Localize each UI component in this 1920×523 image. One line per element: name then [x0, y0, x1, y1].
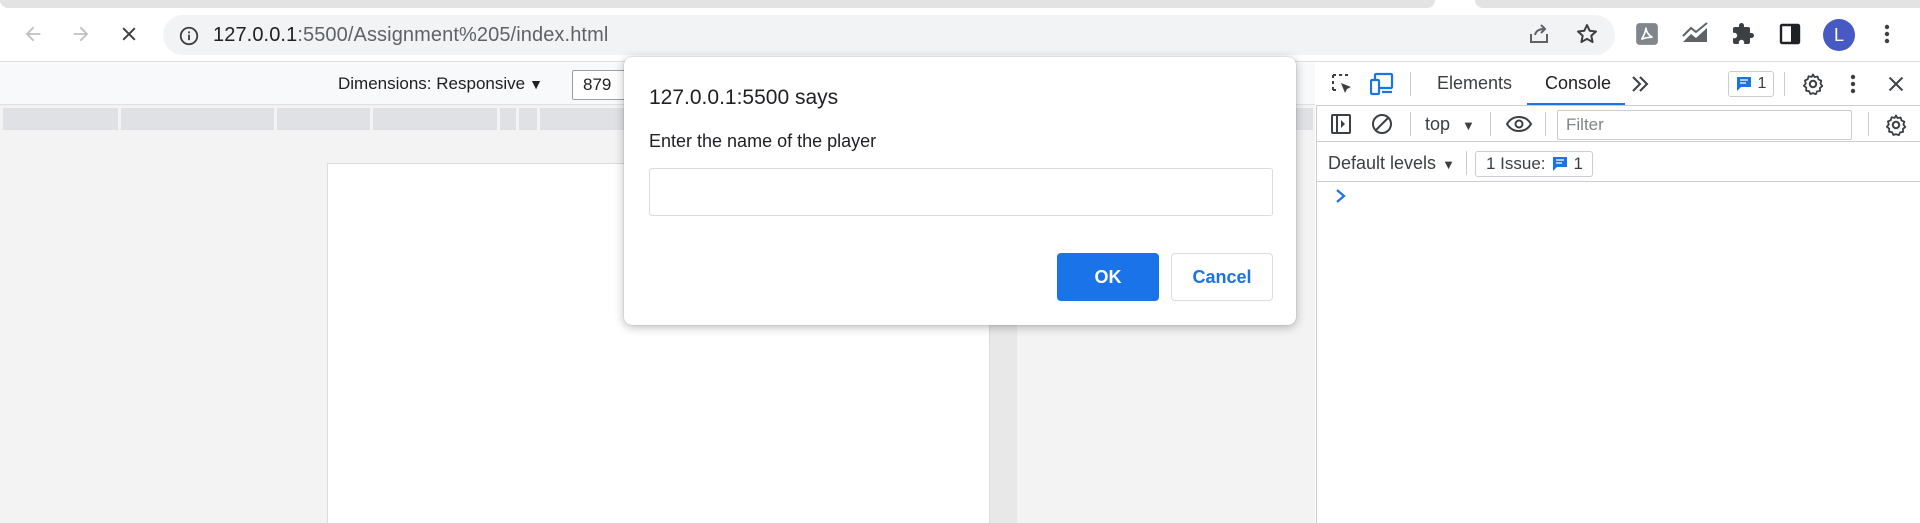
- close-devtools-button[interactable]: [1885, 73, 1907, 95]
- dialog-title: 127.0.0.1:5500 says: [649, 86, 839, 109]
- pdf-extension-button[interactable]: [1630, 17, 1664, 51]
- inspect-element-button[interactable]: [1330, 72, 1354, 96]
- close-icon: [122, 27, 136, 41]
- extensions-button[interactable]: [1726, 17, 1760, 51]
- player-name-input[interactable]: [649, 168, 1273, 216]
- cancel-button[interactable]: Cancel: [1171, 253, 1273, 301]
- ruler-segment[interactable]: [277, 108, 370, 130]
- issues-label: 1 Issue:: [1486, 154, 1546, 173]
- site-info-button[interactable]: [178, 25, 200, 47]
- chevron-right-icon: [1336, 189, 1346, 203]
- levels-label: Default levels: [1328, 153, 1437, 173]
- analytics-extension-icon: [1682, 22, 1708, 42]
- separator: [1545, 112, 1546, 136]
- clear-console-icon: [1372, 114, 1392, 134]
- devtools-menu-button[interactable]: [1849, 72, 1857, 96]
- dialog-message: Enter the name of the player: [649, 131, 877, 151]
- stop-loading-button[interactable]: [111, 16, 147, 52]
- back-button[interactable]: [15, 16, 51, 52]
- url-host: 127.0.0.1: [213, 24, 298, 46]
- separator: [1784, 72, 1785, 96]
- ruler-segment[interactable]: [519, 108, 537, 130]
- inspect-element-icon: [1332, 74, 1351, 93]
- issues-counter-button[interactable]: 1: [1728, 71, 1774, 97]
- sidebar-toggle-icon: [1331, 114, 1351, 134]
- separator: [1466, 151, 1467, 175]
- issues-count: 1: [1757, 75, 1767, 92]
- back-arrow-icon: [25, 26, 41, 42]
- live-expression-button[interactable]: [1505, 113, 1533, 135]
- console-settings-button[interactable]: [1884, 113, 1908, 137]
- devtools-tab-bar: [1316, 63, 1920, 106]
- separator: [1490, 112, 1491, 136]
- caret-down-icon: ▼: [1462, 118, 1475, 133]
- tab-strip-edge: [0, 0, 1435, 8]
- message-icon: [1736, 77, 1751, 91]
- url-text[interactable]: 127.0.0.1:5500/Assignment%205/index.html: [213, 24, 608, 47]
- tab-strip-edge-right: [1475, 0, 1920, 8]
- close-icon: [1888, 76, 1904, 92]
- message-icon: [1552, 157, 1567, 171]
- eye-icon: [1505, 115, 1533, 133]
- more-tabs-button[interactable]: [1629, 73, 1651, 95]
- clear-console-button[interactable]: [1371, 113, 1393, 135]
- dimensions-label: Dimensions: Responsive: [338, 74, 526, 93]
- dimensions-dropdown[interactable]: Dimensions: Responsive ▼: [338, 74, 543, 94]
- log-levels-dropdown[interactable]: Default levels ▼: [1328, 153, 1455, 174]
- console-filter-input[interactable]: Filter: [1557, 110, 1852, 140]
- settings-button[interactable]: [1801, 72, 1825, 96]
- tab-console[interactable]: Console: [1545, 73, 1611, 94]
- info-icon: [179, 26, 199, 46]
- separator: [1410, 112, 1411, 136]
- separator: [1868, 112, 1869, 136]
- caret-down-icon: ▼: [1442, 157, 1455, 172]
- share-button[interactable]: [1522, 17, 1556, 51]
- bookmark-button[interactable]: [1570, 17, 1604, 51]
- console-sidebar-toggle[interactable]: [1330, 113, 1352, 135]
- caret-down-icon: ▼: [529, 76, 543, 92]
- issues-button[interactable]: 1 Issue: 1: [1475, 151, 1593, 177]
- console-prompt[interactable]: [1334, 186, 1348, 206]
- device-toggle-button[interactable]: [1370, 72, 1396, 96]
- device-toggle-icon: [1370, 72, 1394, 96]
- pdf-extension-icon: [1636, 23, 1658, 45]
- ruler-segment[interactable]: [500, 108, 516, 130]
- ruler-segment[interactable]: [121, 108, 274, 130]
- browser-menu-button[interactable]: [1870, 17, 1904, 51]
- separator: [1410, 72, 1411, 96]
- active-tab-indicator: [1527, 103, 1625, 105]
- side-panel-button[interactable]: [1773, 17, 1807, 51]
- kebab-menu-icon: [1884, 24, 1890, 44]
- ruler-segment[interactable]: [373, 108, 497, 130]
- forward-button[interactable]: [63, 16, 99, 52]
- star-icon: [1577, 24, 1597, 43]
- analytics-extension-button[interactable]: [1678, 17, 1712, 51]
- kebab-menu-icon: [1850, 74, 1856, 94]
- profile-avatar[interactable]: L: [1823, 19, 1855, 51]
- tab-elements[interactable]: Elements: [1437, 73, 1512, 94]
- context-label: top: [1425, 114, 1451, 134]
- context-selector[interactable]: top ▼: [1425, 114, 1475, 135]
- share-icon: [1530, 24, 1548, 43]
- chevron-double-right-icon: [1632, 76, 1649, 92]
- side-panel-icon: [1779, 23, 1801, 45]
- forward-arrow-icon: [73, 26, 89, 42]
- ok-button[interactable]: OK: [1057, 253, 1159, 301]
- url-path: :5500/Assignment%205/index.html: [297, 24, 609, 46]
- puzzle-icon: [1733, 23, 1754, 44]
- issues-count: 1: [1573, 154, 1584, 173]
- gear-icon: [1803, 73, 1824, 96]
- gear-icon: [1886, 114, 1907, 137]
- ruler-segment[interactable]: [3, 108, 118, 130]
